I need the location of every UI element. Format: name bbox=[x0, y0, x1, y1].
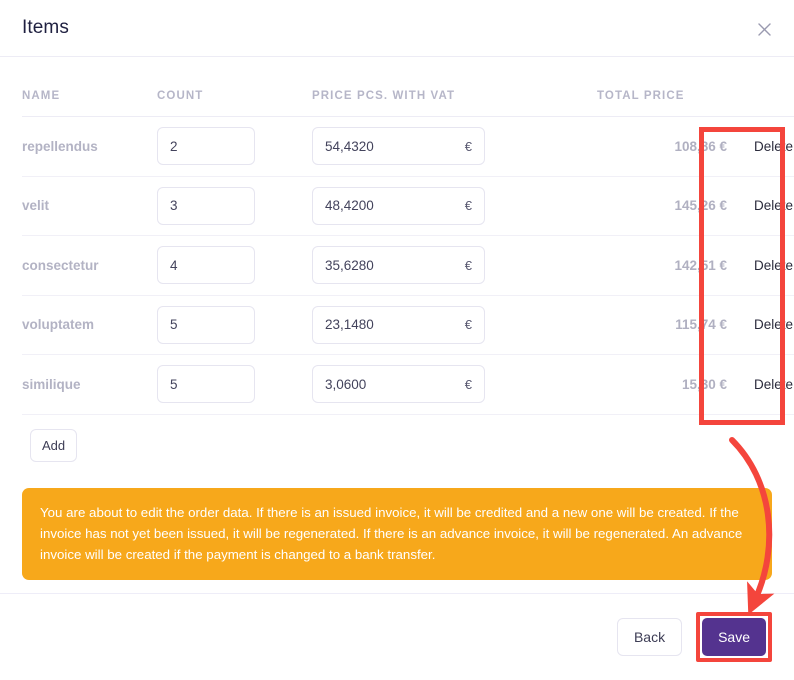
euro-icon: € bbox=[464, 376, 472, 392]
delete-button[interactable]: Delete bbox=[754, 258, 793, 273]
price-cell: 54,4320 € bbox=[312, 116, 597, 177]
items-modal: Items NAME COUNT PRICE PCS. WITH VAT TOT… bbox=[0, 0, 794, 680]
price-input[interactable]: 35,6280 € bbox=[312, 246, 485, 285]
count-input[interactable]: 5 bbox=[157, 365, 255, 404]
column-header-count: COUNT bbox=[157, 57, 312, 117]
table-row: voluptatem 5 23,1480 € 115,74 € Delete bbox=[22, 295, 794, 355]
euro-icon: € bbox=[464, 198, 472, 214]
item-name: velit bbox=[22, 176, 157, 236]
column-header-name: NAME bbox=[22, 57, 157, 117]
count-cell: 5 bbox=[157, 354, 312, 415]
column-header-actions bbox=[727, 57, 794, 117]
euro-icon: € bbox=[464, 257, 472, 273]
table-row: similique 5 3,0600 € 15,30 € Delete bbox=[22, 354, 794, 415]
save-button-highlight: Save bbox=[696, 612, 772, 662]
delete-button[interactable]: Delete bbox=[754, 377, 793, 392]
items-table-wrap: NAME COUNT PRICE PCS. WITH VAT TOTAL PRI… bbox=[0, 57, 794, 462]
count-value: 2 bbox=[170, 138, 178, 154]
count-value: 3 bbox=[170, 198, 178, 214]
save-button[interactable]: Save bbox=[702, 618, 766, 656]
count-cell: 5 bbox=[157, 295, 312, 355]
price-cell: 3,0600 € bbox=[312, 354, 597, 415]
column-header-total: TOTAL PRICE bbox=[597, 57, 727, 117]
delete-button[interactable]: Delete bbox=[754, 198, 793, 213]
count-input[interactable]: 4 bbox=[157, 246, 255, 285]
euro-icon: € bbox=[464, 317, 472, 333]
items-table: NAME COUNT PRICE PCS. WITH VAT TOTAL PRI… bbox=[22, 57, 794, 415]
count-value: 4 bbox=[170, 257, 178, 273]
delete-cell: Delete bbox=[727, 295, 794, 355]
item-name: similique bbox=[22, 354, 157, 415]
price-input[interactable]: 48,4200 € bbox=[312, 186, 485, 225]
item-name: voluptatem bbox=[22, 295, 157, 355]
total-price: 142,51 € bbox=[597, 235, 727, 296]
add-row: Add bbox=[22, 415, 772, 462]
total-price: 15,30 € bbox=[597, 354, 727, 415]
close-icon[interactable] bbox=[749, 14, 779, 44]
total-price: 108,86 € bbox=[597, 116, 727, 177]
price-value: 54,4320 bbox=[325, 138, 374, 154]
delete-cell: Delete bbox=[727, 176, 794, 236]
total-price: 115,74 € bbox=[597, 295, 727, 355]
table-header-row: NAME COUNT PRICE PCS. WITH VAT TOTAL PRI… bbox=[22, 57, 794, 117]
table-row: repellendus 2 54,4320 € 108,86 € Delete bbox=[22, 116, 794, 177]
warning-banner: You are about to edit the order data. If… bbox=[22, 487, 772, 580]
count-value: 5 bbox=[170, 317, 178, 333]
count-input[interactable]: 2 bbox=[157, 127, 255, 166]
count-input[interactable]: 3 bbox=[157, 186, 255, 225]
count-cell: 4 bbox=[157, 235, 312, 296]
price-input[interactable]: 54,4320 € bbox=[312, 127, 485, 166]
item-name: consectetur bbox=[22, 235, 157, 296]
count-cell: 2 bbox=[157, 116, 312, 177]
delete-button[interactable]: Delete bbox=[754, 139, 793, 154]
delete-cell: Delete bbox=[727, 116, 794, 177]
price-value: 35,6280 bbox=[325, 257, 374, 273]
count-input[interactable]: 5 bbox=[157, 305, 255, 344]
column-header-price: PRICE PCS. WITH VAT bbox=[312, 57, 597, 117]
euro-icon: € bbox=[464, 138, 472, 154]
price-cell: 23,1480 € bbox=[312, 295, 597, 355]
back-button[interactable]: Back bbox=[616, 618, 683, 656]
table-row: velit 3 48,4200 € 145,26 € Delete bbox=[22, 176, 794, 236]
price-value: 48,4200 bbox=[325, 198, 374, 214]
modal-footer: Back Save bbox=[0, 593, 794, 680]
count-value: 5 bbox=[170, 376, 178, 392]
price-input[interactable]: 23,1480 € bbox=[312, 305, 485, 344]
price-value: 3,0600 bbox=[325, 376, 367, 392]
delete-button[interactable]: Delete bbox=[754, 317, 793, 332]
table-row: consectetur 4 35,6280 € 142,51 € Delete bbox=[22, 235, 794, 296]
page-title: Items bbox=[22, 17, 69, 38]
total-price: 145,26 € bbox=[597, 176, 727, 236]
add-button[interactable]: Add bbox=[30, 428, 78, 462]
count-cell: 3 bbox=[157, 176, 312, 236]
delete-cell: Delete bbox=[727, 354, 794, 415]
price-cell: 35,6280 € bbox=[312, 235, 597, 296]
delete-cell: Delete bbox=[727, 235, 794, 296]
modal-header: Items bbox=[0, 0, 794, 57]
price-cell: 48,4200 € bbox=[312, 176, 597, 236]
price-input[interactable]: 3,0600 € bbox=[312, 365, 485, 404]
item-name: repellendus bbox=[22, 116, 157, 177]
price-value: 23,1480 bbox=[325, 317, 374, 333]
